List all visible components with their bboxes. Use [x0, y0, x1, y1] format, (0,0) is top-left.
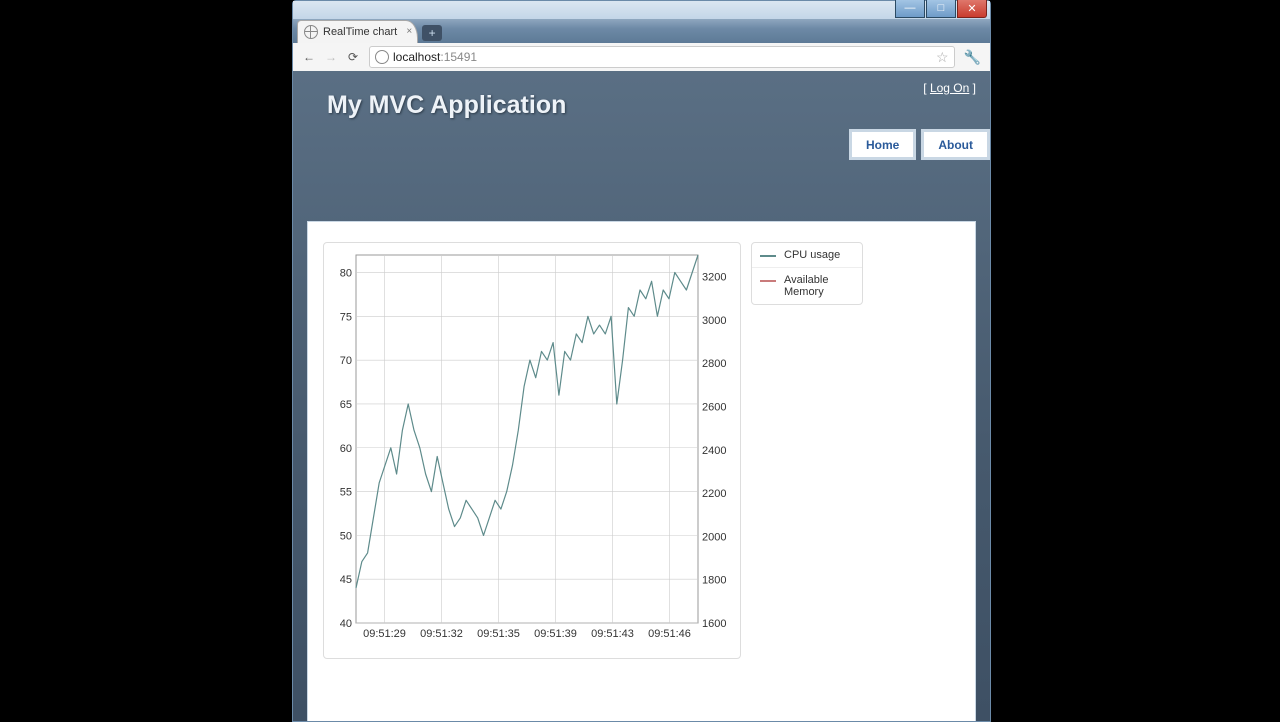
chart-legend: CPU usage Available Memory — [751, 242, 863, 305]
svg-text:70: 70 — [340, 355, 352, 367]
globe-icon — [375, 50, 389, 64]
window-maximize-button[interactable]: □ — [926, 0, 956, 18]
legend-swatch-memory — [760, 280, 776, 282]
window-titlebar[interactable]: — □ ✕ — [293, 1, 990, 19]
svg-text:65: 65 — [340, 399, 352, 411]
browser-toolbar: ← → ⟳ localhost:15491 ☆ 🔧 — [293, 43, 990, 72]
bookmark-star-icon[interactable]: ☆ — [936, 49, 949, 66]
svg-text:2000: 2000 — [702, 531, 726, 543]
main-menu: Home About — [849, 129, 990, 160]
tab-title: RealTime chart — [323, 26, 397, 38]
svg-text:80: 80 — [340, 268, 352, 280]
reload-button[interactable]: ⟳ — [342, 46, 364, 68]
url-port: :15491 — [440, 50, 477, 64]
nav-about[interactable]: About — [921, 129, 990, 160]
svg-text:45: 45 — [340, 574, 352, 586]
nav-home[interactable]: Home — [849, 129, 916, 160]
svg-text:2800: 2800 — [702, 358, 726, 370]
settings-wrench-icon[interactable]: 🔧 — [960, 49, 985, 66]
window-minimize-button[interactable]: — — [895, 0, 925, 18]
legend-swatch-cpu — [760, 255, 776, 257]
svg-text:09:51:32: 09:51:32 — [420, 628, 463, 640]
app-title: My MVC Application — [327, 91, 566, 120]
svg-text:09:51:35: 09:51:35 — [477, 628, 520, 640]
realtime-chart: 40 45 50 55 60 65 70 75 80 1600 1800 2000 2200 2400 26… — [328, 249, 736, 649]
svg-text:55: 55 — [340, 487, 352, 499]
log-on-link[interactable]: Log On — [930, 81, 969, 95]
svg-text:75: 75 — [340, 311, 352, 323]
svg-text:1800: 1800 — [702, 575, 726, 587]
new-tab-button[interactable]: + — [422, 25, 442, 41]
svg-text:3200: 3200 — [702, 272, 726, 284]
legend-label-cpu: CPU usage — [784, 249, 840, 261]
svg-text:2400: 2400 — [702, 445, 726, 457]
svg-text:09:51:29: 09:51:29 — [363, 628, 406, 640]
back-button[interactable]: ← — [298, 46, 320, 68]
svg-text:3000: 3000 — [702, 315, 726, 327]
logon-block: [ Log On ] — [923, 81, 976, 95]
legend-label-memory: Available Memory — [784, 274, 854, 298]
svg-text:60: 60 — [340, 443, 352, 455]
window-close-button[interactable]: ✕ — [957, 0, 987, 18]
page-viewport: [ Log On ] My MVC Application Home About… — [293, 71, 990, 721]
url-host: localhost — [393, 50, 440, 64]
globe-icon — [304, 25, 318, 39]
svg-text:2200: 2200 — [702, 488, 726, 500]
svg-text:09:51:43: 09:51:43 — [591, 628, 634, 640]
browser-window: — □ ✕ RealTime chart × + ← → ⟳ localhost… — [292, 0, 991, 722]
legend-item-cpu[interactable]: CPU usage — [752, 243, 862, 268]
address-bar[interactable]: localhost:15491 ☆ — [369, 46, 955, 68]
svg-text:2600: 2600 — [702, 402, 726, 414]
svg-text:1600: 1600 — [702, 618, 726, 630]
legend-item-memory[interactable]: Available Memory — [752, 268, 862, 304]
svg-text:09:51:39: 09:51:39 — [534, 628, 577, 640]
chart-container: 40 45 50 55 60 65 70 75 80 1600 1800 2000 2200 2400 26… — [323, 242, 741, 659]
svg-text:09:51:46: 09:51:46 — [648, 628, 691, 640]
svg-text:50: 50 — [340, 530, 352, 542]
browser-tabstrip: RealTime chart × + — [293, 19, 990, 43]
svg-text:40: 40 — [340, 618, 352, 630]
forward-button[interactable]: → — [320, 46, 342, 68]
tab-close-icon[interactable]: × — [406, 26, 412, 37]
content-panel: 40 45 50 55 60 65 70 75 80 1600 1800 2000 2200 2400 26… — [307, 221, 976, 721]
tab-realtime-chart[interactable]: RealTime chart × — [297, 20, 418, 43]
